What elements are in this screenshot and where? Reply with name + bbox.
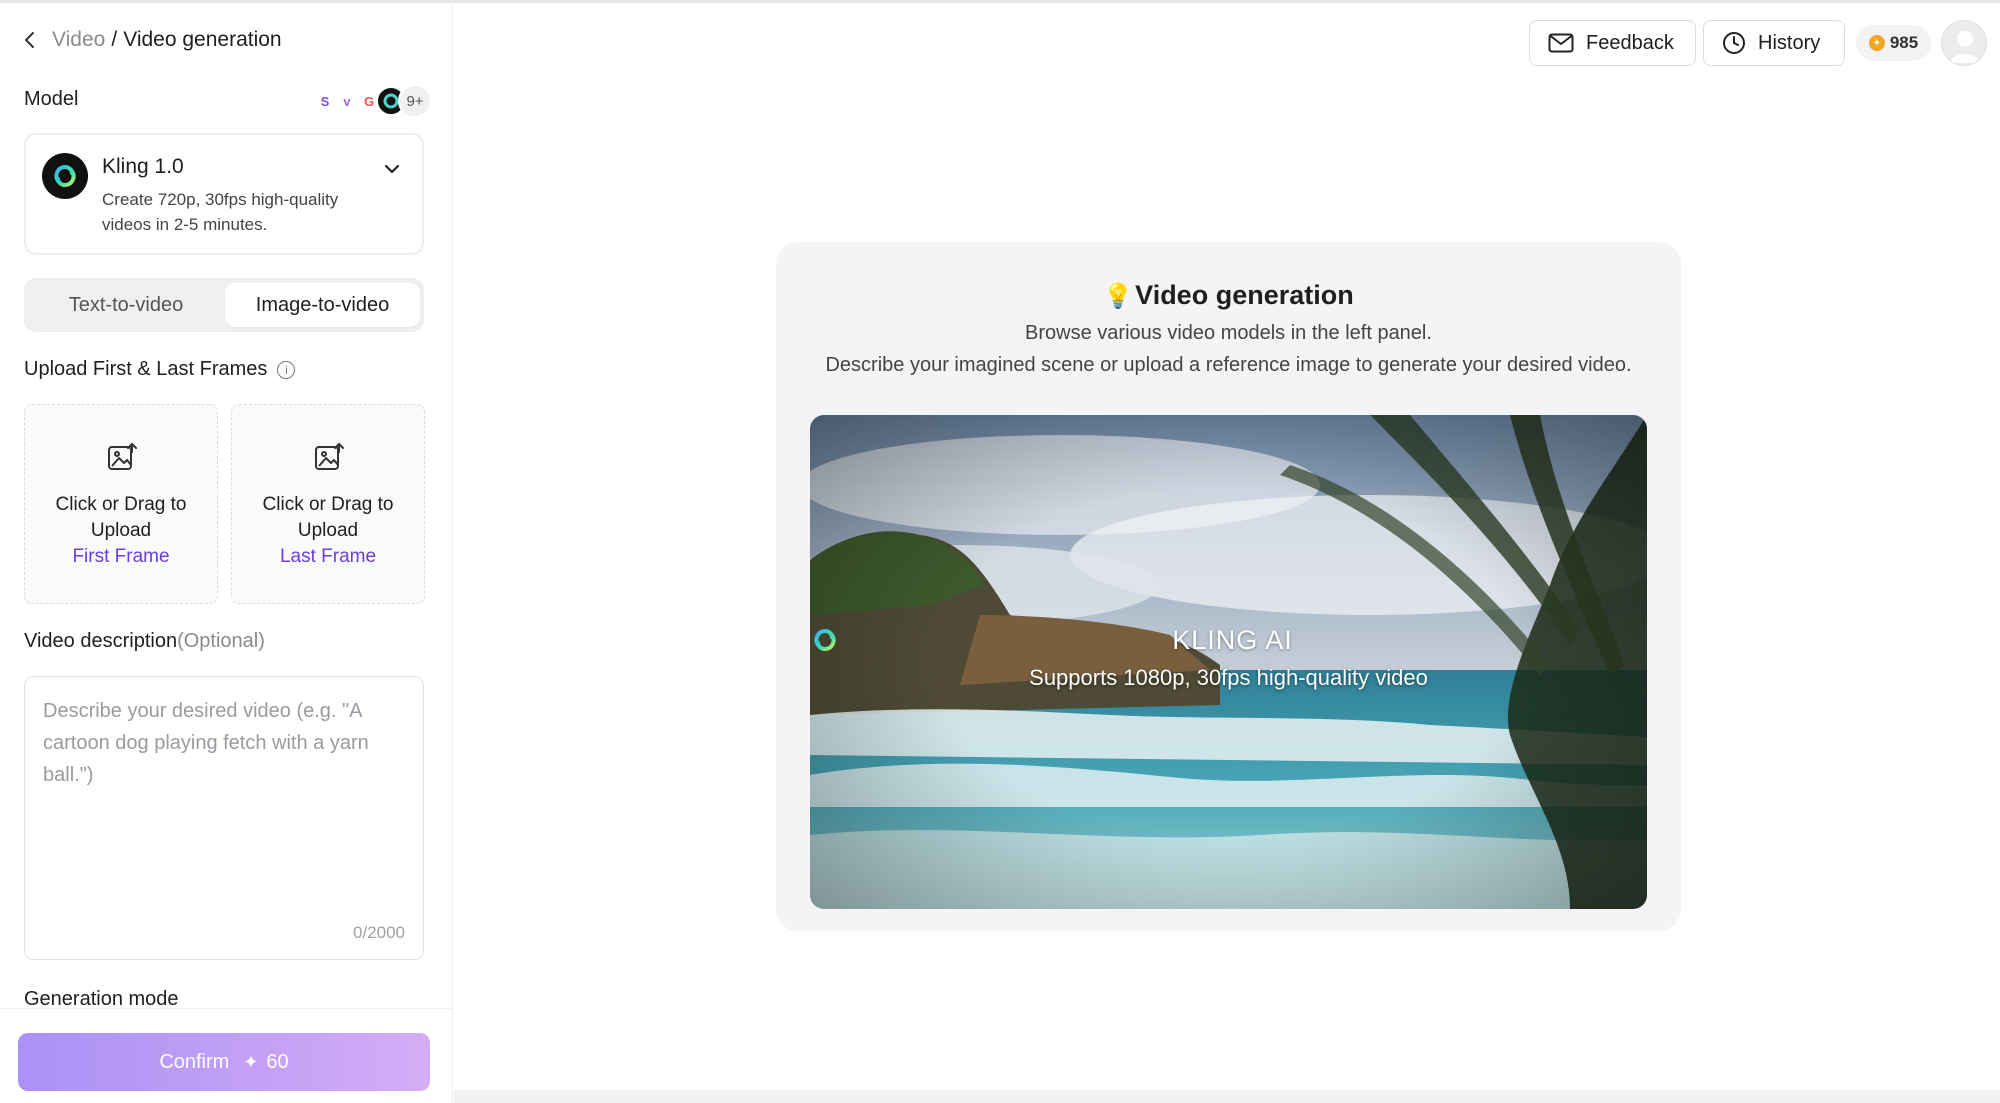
last-frame-label: Last Frame bbox=[279, 546, 377, 567]
coin-icon: ✦ bbox=[1868, 35, 1885, 51]
breadcrumb-current: Video generation bbox=[123, 28, 282, 51]
clock-icon bbox=[1722, 31, 1746, 55]
lightbulb-icon: 💡 bbox=[1103, 283, 1134, 310]
intro-title-text: Video generation bbox=[1135, 280, 1354, 310]
kling-logo-icon bbox=[42, 153, 88, 199]
info-icon[interactable]: i bbox=[277, 360, 296, 379]
first-frame-label: First Frame bbox=[72, 546, 170, 567]
credit-plus-icon: ✦ bbox=[243, 1051, 259, 1072]
history-button[interactable]: History bbox=[1703, 20, 1845, 66]
character-counter: 0/2000 bbox=[353, 923, 405, 942]
feedback-label: Feedback bbox=[1586, 31, 1674, 54]
video-description-label: Video description(Optional) bbox=[24, 630, 265, 653]
more-models-count: 9+ bbox=[398, 84, 432, 118]
breadcrumb-parent-link[interactable]: Video bbox=[52, 28, 105, 52]
credits-badge[interactable]: ✦ 985 bbox=[1856, 25, 1931, 61]
chevron-down-icon bbox=[384, 161, 400, 179]
upload-first-frame-dropzone[interactable]: Click or Drag to Upload First Frame bbox=[24, 404, 218, 604]
confirm-cost: ✦ 60 bbox=[243, 1051, 288, 1074]
video-description-textarea[interactable]: Describe your desired video (e.g. "A car… bbox=[24, 676, 424, 960]
upload-frames-label: Upload First & Last Frames i bbox=[24, 358, 296, 381]
feedback-button[interactable]: Feedback bbox=[1529, 20, 1696, 66]
optional-tag: (Optional) bbox=[177, 630, 265, 652]
intro-line-2: Describe your imagined scene or upload a… bbox=[825, 354, 1632, 376]
video-description-placeholder: Describe your desired video (e.g. "A car… bbox=[43, 700, 369, 786]
intro-line-1: Browse various video models in the left … bbox=[1025, 322, 1432, 344]
credits-value: 985 bbox=[1889, 33, 1919, 52]
kling-ai-wordmark: KLING AI bbox=[1172, 625, 1293, 655]
image-upload-icon bbox=[313, 441, 345, 473]
selected-model-name: Kling 1.0 bbox=[102, 155, 184, 178]
confirm-label: Confirm bbox=[159, 1050, 230, 1073]
generation-type-toggle: Text-to-video Image-to-video bbox=[24, 278, 424, 332]
intro-title: 💡Video generation bbox=[776, 280, 1681, 311]
model-provider-avatars[interactable]: S v G 9+ bbox=[310, 84, 432, 118]
model-section-label: Model bbox=[24, 88, 79, 110]
breadcrumb: Video / Video generation bbox=[20, 28, 282, 52]
breadcrumb-separator: / bbox=[111, 28, 118, 51]
confirm-button[interactable]: Confirm ✦ 60 bbox=[18, 1033, 430, 1091]
mail-icon bbox=[1548, 33, 1574, 53]
tab-image-to-video[interactable]: Image-to-video bbox=[225, 283, 420, 327]
confirm-cost-value: 60 bbox=[266, 1050, 289, 1073]
tab-text-to-video[interactable]: Text-to-video bbox=[30, 283, 222, 327]
selected-model-description: Create 720p, 30fps high-quality videos i… bbox=[102, 190, 339, 234]
beach-scene-image bbox=[810, 415, 1647, 909]
back-chevron-icon[interactable] bbox=[20, 30, 40, 50]
kling-ai-brand: KLING AI bbox=[810, 625, 1647, 656]
upload-frames-label-text: Upload First & Last Frames bbox=[24, 358, 268, 380]
hero-tagline: Supports 1080p, 30fps high-quality video bbox=[1029, 665, 1428, 690]
history-label: History bbox=[1758, 31, 1821, 54]
user-avatar[interactable] bbox=[1941, 20, 1987, 66]
video-description-label-text: Video description bbox=[24, 630, 178, 652]
hero-video-preview[interactable]: KLING AI Supports 1080p, 30fps high-qual… bbox=[810, 415, 1647, 909]
upload-last-frame-dropzone[interactable]: Click or Drag to Upload Last Frame bbox=[231, 404, 425, 604]
upload-last-frame-text: Click or Drag to Upload bbox=[262, 494, 394, 541]
video-generation-intro-card: 💡Video generation Browse various video m… bbox=[776, 242, 1681, 931]
bottom-scroll-strip bbox=[454, 1090, 2000, 1103]
upload-first-frame-text: Click or Drag to Upload bbox=[55, 494, 187, 541]
model-selector-dropdown[interactable]: Kling 1.0 Create 720p, 30fps high-qualit… bbox=[24, 133, 424, 255]
image-upload-icon bbox=[106, 441, 138, 473]
